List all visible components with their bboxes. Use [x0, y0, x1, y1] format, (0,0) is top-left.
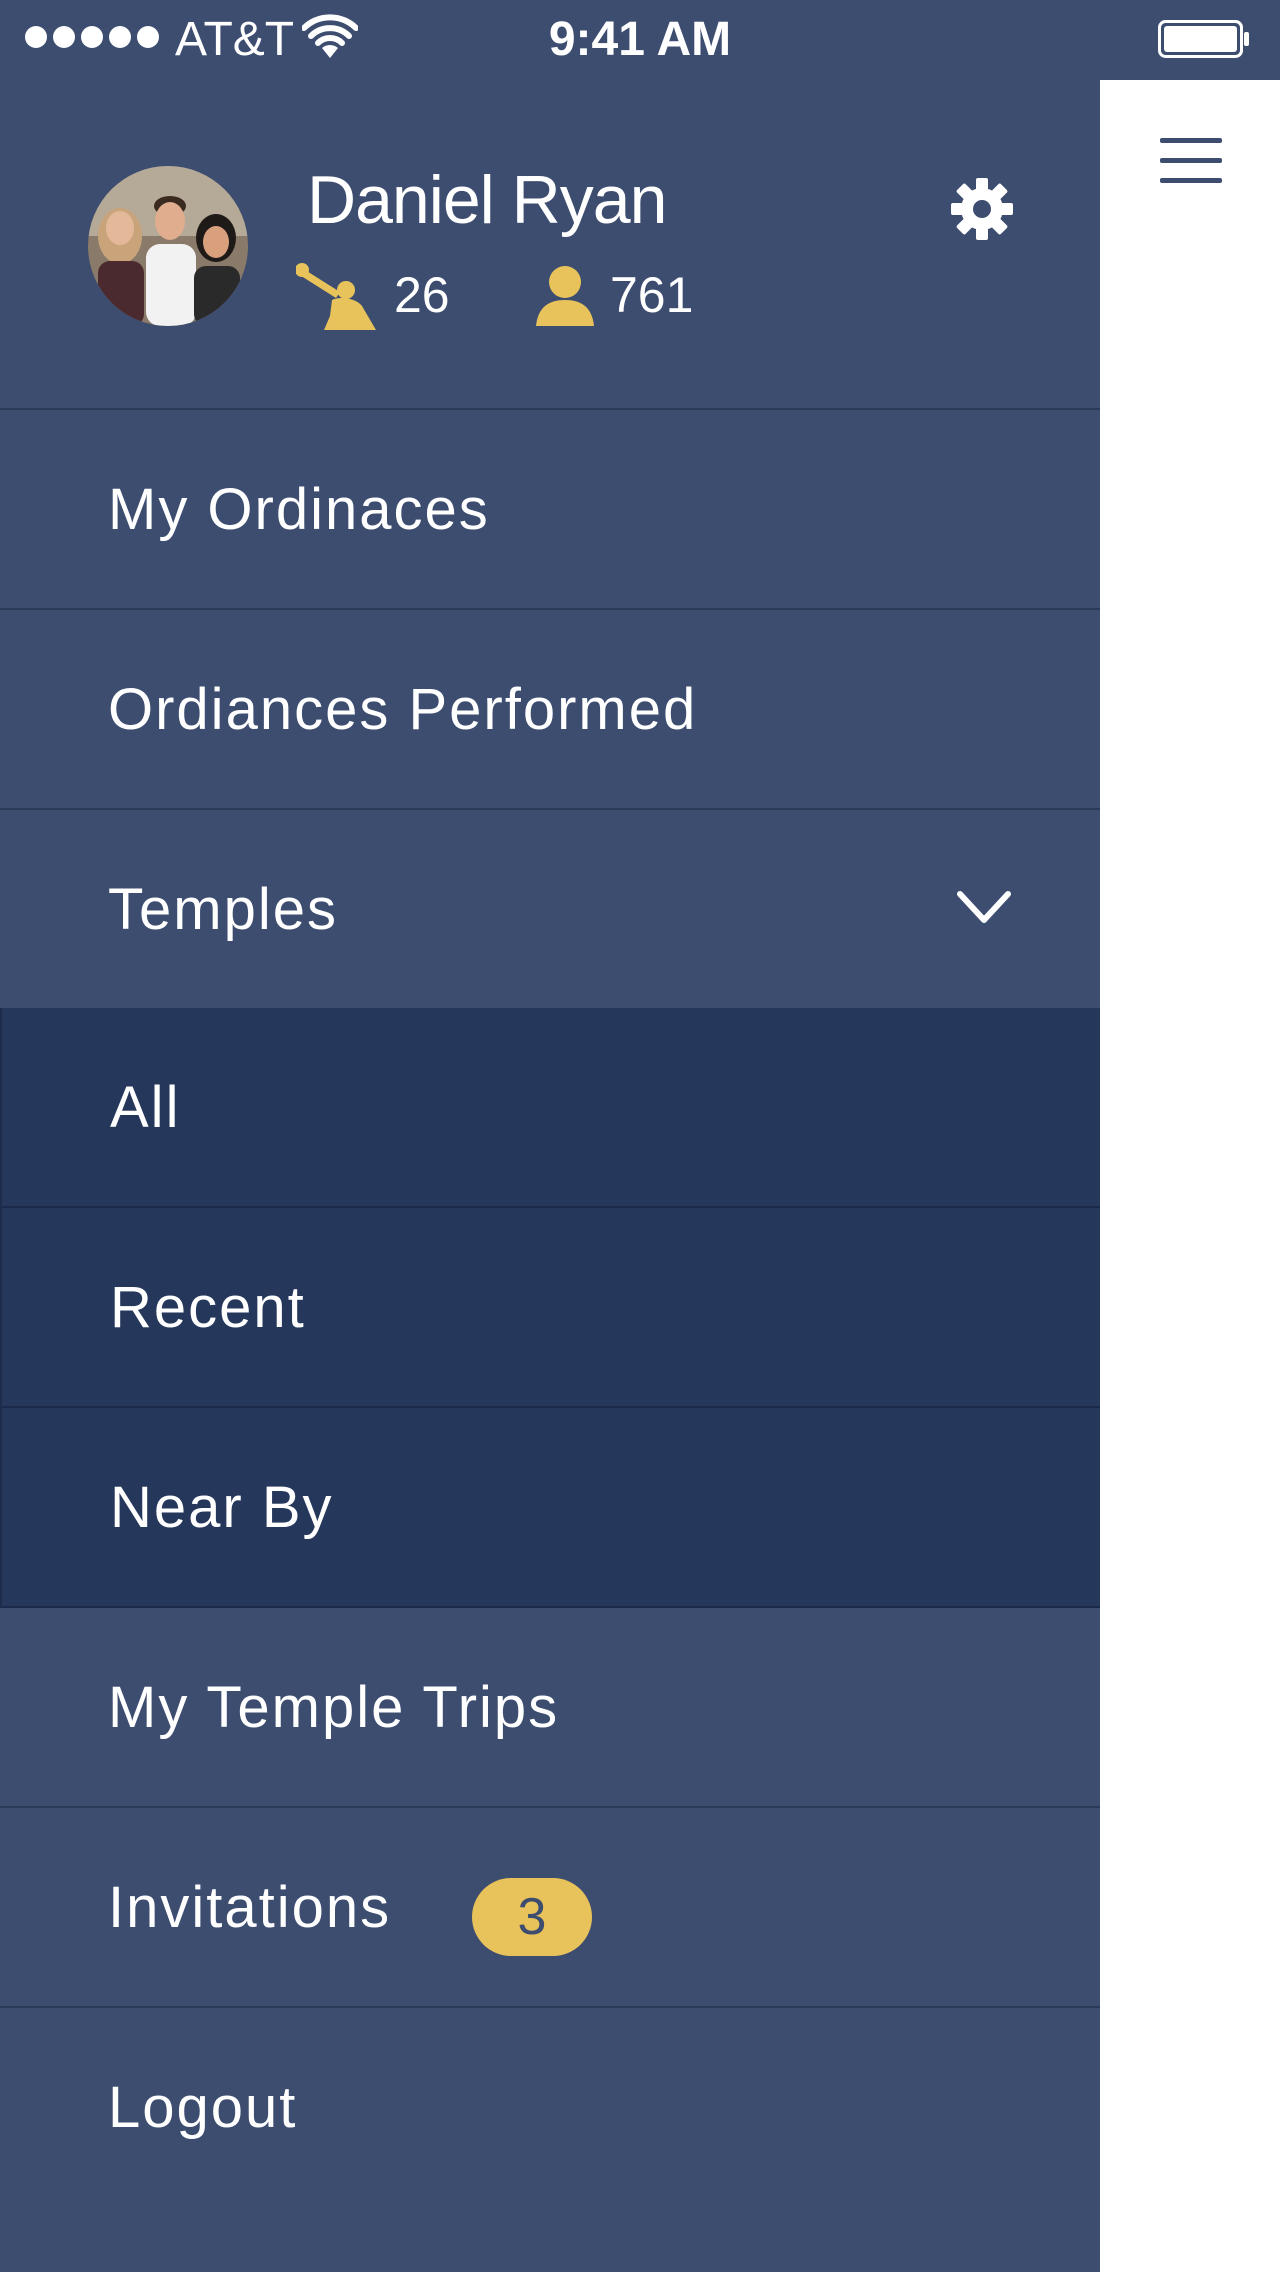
status-time: 9:41 AM	[548, 13, 732, 66]
gear-icon[interactable]	[950, 177, 1014, 241]
menu-item-label: Near By	[110, 1475, 334, 1540]
menu-item-my-temple-trips[interactable]: My Temple Trips	[0, 1608, 1100, 1808]
menu-item-ordinances-performed[interactable]: Ordiances Performed	[0, 610, 1100, 810]
hamburger-icon[interactable]	[1160, 138, 1222, 184]
menu-item-label: All	[110, 1075, 181, 1140]
submenu-item-all[interactable]: All	[0, 1008, 1100, 1208]
menu-item-label: My Ordinaces	[108, 477, 490, 542]
menu-item-label: Ordiances Performed	[108, 677, 698, 742]
user-name: Daniel Ryan	[307, 162, 667, 238]
avatar-photo	[88, 166, 248, 326]
main-content-panel[interactable]	[1100, 80, 1280, 2272]
invitations-count-badge: 3	[472, 1878, 592, 1956]
menu-item-label: Recent	[110, 1275, 306, 1340]
menu-item-label: Logout	[108, 2075, 298, 2140]
menu-item-my-ordinances[interactable]: My Ordinaces	[0, 410, 1100, 610]
avatar[interactable]	[88, 166, 248, 326]
person-icon	[536, 266, 594, 326]
angel-moroni-icon	[296, 263, 376, 330]
chevron-down-icon[interactable]	[955, 888, 1013, 928]
people-stat: 761	[534, 260, 693, 330]
menu-item-label: My Temple Trips	[108, 1675, 560, 1740]
menu-item-invitations[interactable]: Invitations 3	[0, 1808, 1100, 2008]
menu-item-label: Temples	[108, 877, 338, 942]
menu-item-label: Invitations	[108, 1875, 392, 1940]
ordinances-count: 26	[394, 267, 450, 323]
menu-item-logout[interactable]: Logout	[0, 2008, 1100, 2272]
navigation-drawer: Daniel Ryan 26 761 My Ordinaces Ordiance…	[0, 80, 1100, 2272]
battery-icon	[1158, 20, 1249, 58]
submenu-item-recent[interactable]: Recent	[0, 1208, 1100, 1408]
status-bar: AT&T 9:41 AM	[0, 0, 1280, 80]
submenu-item-near-by[interactable]: Near By	[0, 1408, 1100, 1608]
menu-item-temples[interactable]: Temples	[0, 810, 1100, 1010]
people-count: 761	[610, 267, 694, 323]
ordinances-stat: 26	[296, 260, 450, 330]
profile-header: Daniel Ryan 26 761	[0, 80, 1100, 410]
